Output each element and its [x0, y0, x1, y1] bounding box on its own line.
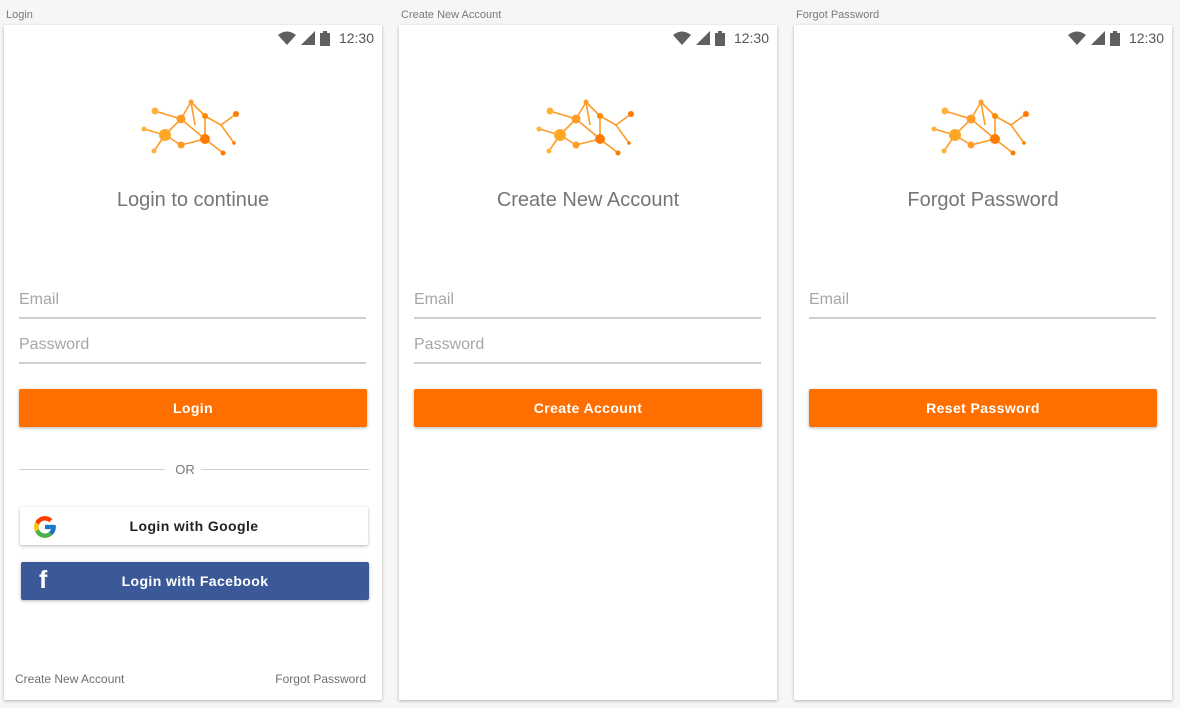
login-with-facebook-button[interactable]: f Login with Facebook — [21, 562, 369, 600]
google-g-icon — [34, 516, 56, 538]
create-account-button[interactable]: Create Account — [414, 389, 762, 427]
password-input[interactable] — [19, 328, 366, 362]
email-field — [19, 283, 366, 319]
wifi-icon — [1067, 31, 1086, 45]
wifi-icon — [277, 31, 296, 45]
page-title: Create New Account — [496, 189, 680, 211]
status-bar: 12:30 — [4, 25, 382, 51]
login-button[interactable]: Login — [19, 389, 367, 427]
network-nodes-logo — [141, 99, 239, 156]
status-time: 12:30 — [338, 30, 374, 46]
wifi-icon — [672, 31, 691, 45]
or-text: OR — [175, 462, 195, 477]
status-bar: 12:30 — [399, 25, 777, 51]
create-account-screen: 12:30 Create New Account Email Create Ac… — [399, 25, 777, 700]
login-screen: 12:30 Login to continue Email Login OR L… — [4, 25, 382, 700]
google-button-label: Login with Google — [129, 518, 259, 534]
battery-icon — [319, 30, 330, 46]
network-nodes-logo — [536, 99, 634, 156]
status-time: 12:30 — [733, 30, 769, 46]
cellular-signal-icon — [1090, 31, 1105, 45]
facebook-f-icon: f — [39, 566, 48, 594]
login-with-google-button[interactable]: Login with Google — [20, 507, 368, 545]
frame-label-login: Login — [6, 9, 33, 21]
email-field — [414, 283, 761, 319]
status-bar: 12:30 — [794, 25, 1172, 51]
network-nodes-logo — [931, 99, 1029, 156]
email-input[interactable] — [414, 283, 761, 317]
forgot-password-link[interactable]: Forgot Password — [275, 672, 366, 686]
divider-line-right — [201, 469, 369, 470]
cellular-signal-icon — [300, 31, 315, 45]
email-field — [809, 283, 1156, 319]
password-input[interactable] — [414, 328, 761, 362]
email-input[interactable] — [19, 283, 366, 317]
divider-line-left — [19, 469, 165, 470]
battery-icon — [1109, 30, 1120, 46]
password-field — [414, 328, 761, 364]
cellular-signal-icon — [695, 31, 710, 45]
battery-icon — [714, 30, 725, 46]
page-title: Forgot Password — [907, 189, 1059, 211]
frame-label-create-account: Create New Account — [401, 9, 502, 21]
status-time: 12:30 — [1128, 30, 1164, 46]
frame-label-forgot-password: Forgot Password — [796, 9, 880, 21]
facebook-button-label: Login with Facebook — [121, 573, 269, 589]
reset-password-button[interactable]: Reset Password — [809, 389, 1157, 427]
create-new-account-link[interactable]: Create New Account — [15, 672, 124, 686]
email-input[interactable] — [809, 283, 1156, 317]
forgot-password-screen: 12:30 Forgot Password Email Reset Passwo… — [794, 25, 1172, 700]
page-title: Login to continue — [116, 189, 270, 211]
or-divider: OR — [19, 462, 369, 478]
password-field — [19, 328, 366, 364]
